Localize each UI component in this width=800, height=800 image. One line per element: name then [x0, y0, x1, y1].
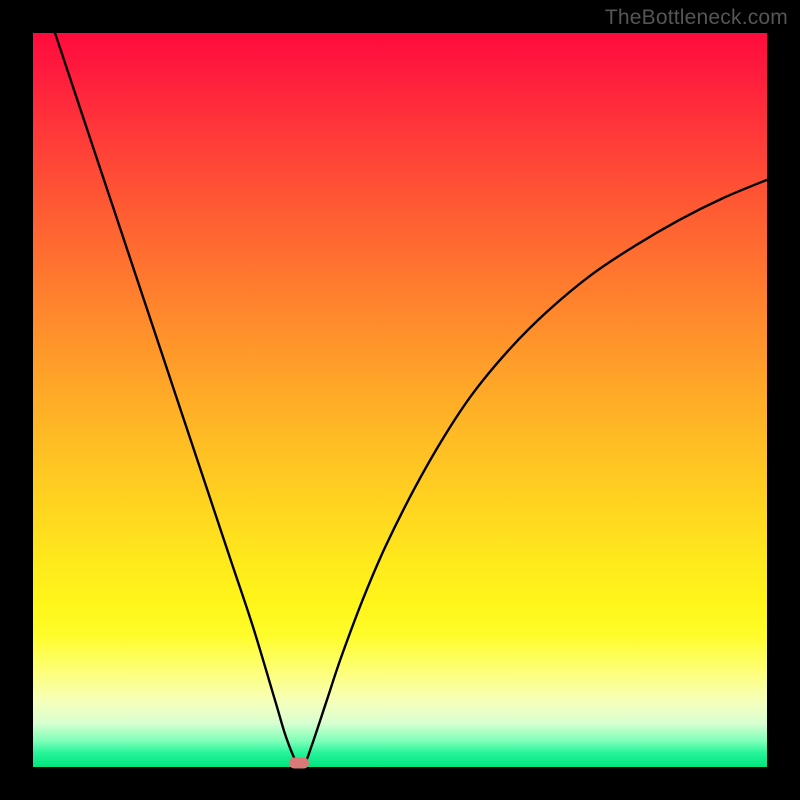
plot-area: [33, 33, 767, 767]
optimum-marker: [289, 757, 309, 768]
curve-layer: [33, 33, 767, 767]
watermark-text: TheBottleneck.com: [605, 6, 788, 30]
bottleneck-curve-path: [55, 33, 767, 766]
chart-frame: TheBottleneck.com: [0, 0, 800, 800]
